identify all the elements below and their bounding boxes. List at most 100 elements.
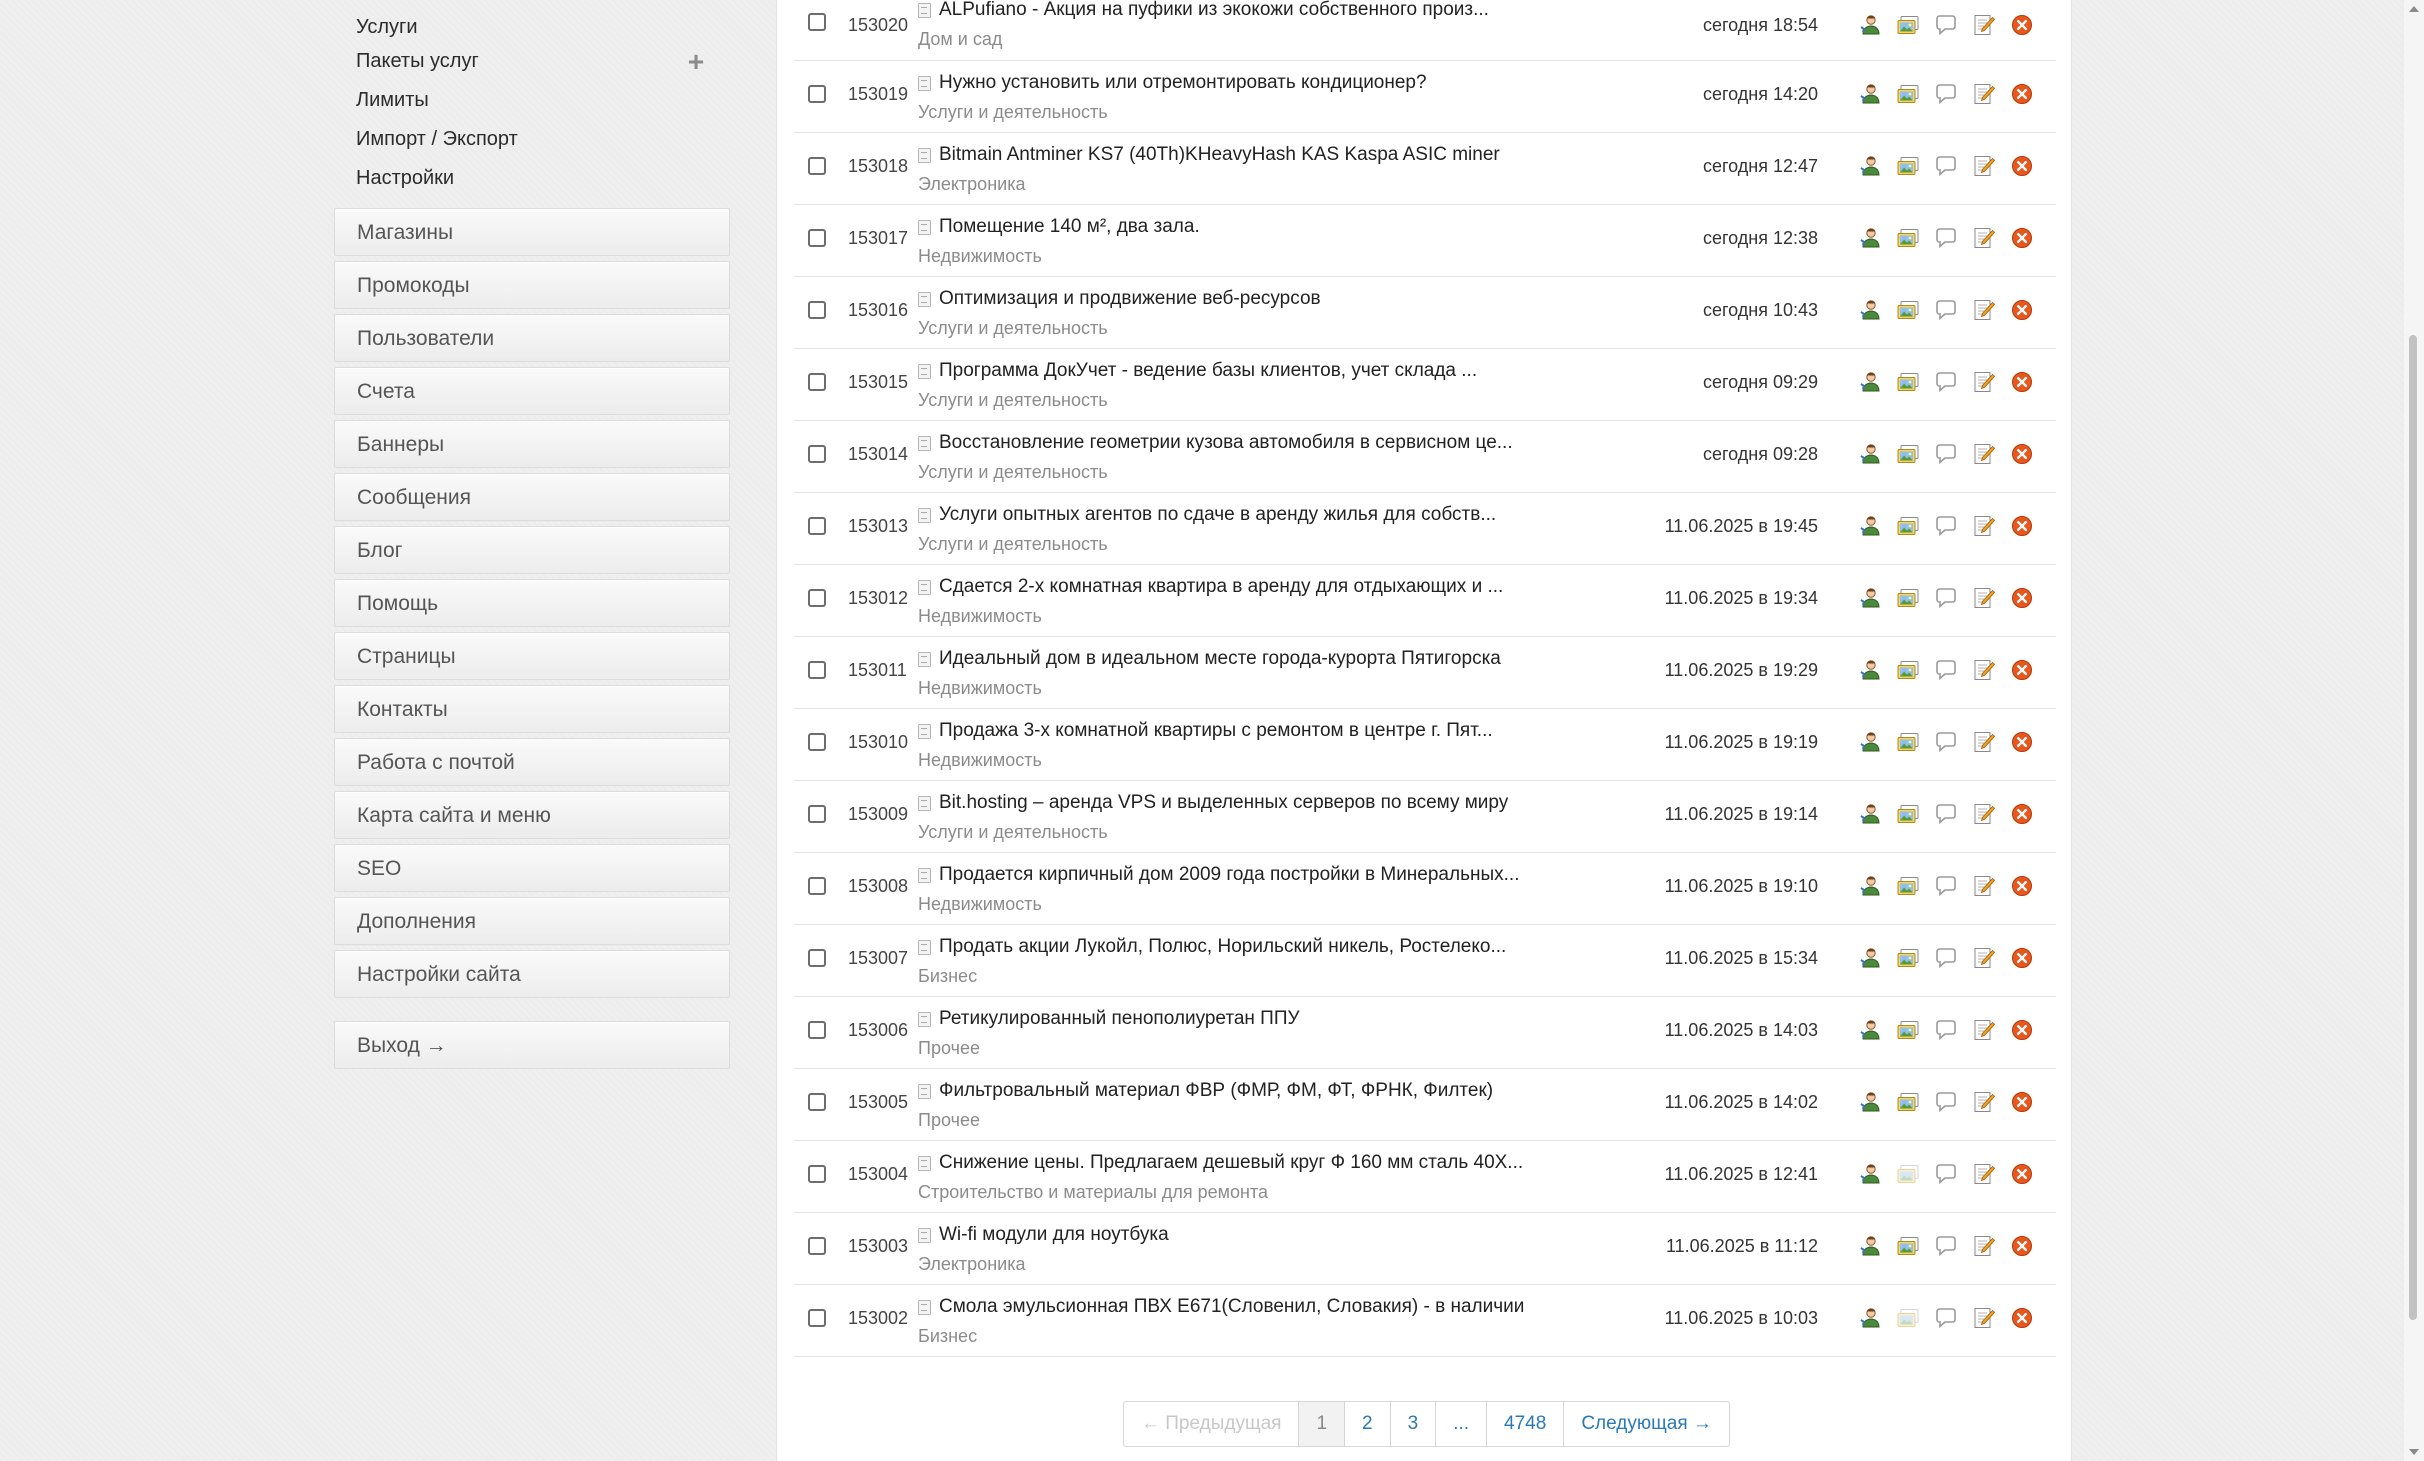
- page-button[interactable]: 4748: [1487, 1402, 1565, 1446]
- user-icon[interactable]: [1858, 442, 1882, 466]
- listing-title[interactable]: Bit.hosting – аренда VPS и выделенных се…: [939, 791, 1508, 815]
- menu-item[interactable]: Страницы: [334, 632, 730, 680]
- row-checkbox[interactable]: [808, 661, 826, 679]
- listing-title[interactable]: ALPufiano - Акция на пуфики из экокожи с…: [939, 0, 1489, 22]
- user-icon[interactable]: [1858, 514, 1882, 538]
- comment-icon[interactable]: [1934, 514, 1958, 538]
- delete-icon[interactable]: [2010, 1090, 2034, 1114]
- comment-icon[interactable]: [1934, 226, 1958, 250]
- delete-icon[interactable]: [2010, 802, 2034, 826]
- menu-item[interactable]: Магазины: [334, 208, 730, 256]
- menu-item[interactable]: Счета: [334, 367, 730, 415]
- row-checkbox[interactable]: [808, 805, 826, 823]
- row-checkbox[interactable]: [808, 1165, 826, 1183]
- images-icon[interactable]: [1896, 1090, 1920, 1114]
- comment-icon[interactable]: [1934, 1234, 1958, 1258]
- images-icon[interactable]: [1896, 370, 1920, 394]
- user-icon[interactable]: [1858, 802, 1882, 826]
- listing-title[interactable]: Снижение цены. Предлагаем дешевый круг Ф…: [939, 1151, 1523, 1175]
- row-checkbox[interactable]: [808, 733, 826, 751]
- listing-title-link[interactable]: Нужно установить или отремонтировать кон…: [918, 71, 1427, 95]
- images-icon[interactable]: [1896, 13, 1920, 37]
- listing-title-link[interactable]: Оптимизация и продвижение веб-ресурсов: [918, 287, 1321, 311]
- menu-item[interactable]: Сообщения: [334, 473, 730, 521]
- row-checkbox[interactable]: [808, 949, 826, 967]
- user-icon[interactable]: [1858, 1018, 1882, 1042]
- user-icon[interactable]: [1858, 226, 1882, 250]
- delete-icon[interactable]: [2010, 298, 2034, 322]
- delete-icon[interactable]: [2010, 442, 2034, 466]
- listing-title[interactable]: Wi-fi модули для ноутбука: [939, 1223, 1169, 1247]
- next-page-button[interactable]: Следующая →: [1564, 1402, 1729, 1446]
- images-icon[interactable]: [1896, 514, 1920, 538]
- listing-title[interactable]: Программа ДокУчет - ведение базы клиенто…: [939, 359, 1477, 383]
- user-icon[interactable]: [1858, 82, 1882, 106]
- listing-title-link[interactable]: Продажа 3-х комнатной квартиры с ремонто…: [918, 719, 1493, 743]
- images-icon[interactable]: [1896, 298, 1920, 322]
- listing-title[interactable]: Нужно установить или отремонтировать кон…: [939, 71, 1427, 95]
- listing-title-link[interactable]: Ретикулированный пенополиуретан ППУ: [918, 1007, 1300, 1031]
- scroll-down-icon[interactable]: [2409, 1449, 2419, 1455]
- submenu-item[interactable]: Лимиты: [334, 81, 730, 120]
- edit-icon[interactable]: [1972, 586, 1996, 610]
- edit-icon[interactable]: [1972, 370, 1996, 394]
- submenu-item[interactable]: Пакеты услуг +: [334, 42, 730, 81]
- edit-icon[interactable]: [1972, 298, 1996, 322]
- comment-icon[interactable]: [1934, 1090, 1958, 1114]
- delete-icon[interactable]: [2010, 586, 2034, 610]
- listing-title-link[interactable]: Восстановление геометрии кузова автомоби…: [918, 431, 1513, 455]
- user-icon[interactable]: [1858, 586, 1882, 610]
- listing-title[interactable]: Ретикулированный пенополиуретан ППУ: [939, 1007, 1300, 1031]
- comment-icon[interactable]: [1934, 154, 1958, 178]
- listing-title[interactable]: Продается кирпичный дом 2009 года постро…: [939, 863, 1519, 887]
- edit-icon[interactable]: [1972, 802, 1996, 826]
- listing-title-link[interactable]: Wi-fi модули для ноутбука: [918, 1223, 1169, 1247]
- edit-icon[interactable]: [1972, 1162, 1996, 1186]
- images-icon[interactable]: [1896, 946, 1920, 970]
- plus-icon[interactable]: +: [686, 42, 706, 81]
- delete-icon[interactable]: [2010, 946, 2034, 970]
- submenu-item[interactable]: Услуги: [334, 0, 730, 42]
- comment-icon[interactable]: [1934, 1162, 1958, 1186]
- images-icon[interactable]: [1896, 730, 1920, 754]
- user-icon[interactable]: [1858, 370, 1882, 394]
- row-checkbox[interactable]: [808, 85, 826, 103]
- edit-icon[interactable]: [1972, 874, 1996, 898]
- edit-icon[interactable]: [1972, 442, 1996, 466]
- comment-icon[interactable]: [1934, 802, 1958, 826]
- listing-title[interactable]: Продажа 3-х комнатной квартиры с ремонто…: [939, 719, 1493, 743]
- images-icon[interactable]: [1896, 802, 1920, 826]
- listing-title-link[interactable]: Продать акции Лукойл, Полюс, Норильский …: [918, 935, 1506, 959]
- comment-icon[interactable]: [1934, 82, 1958, 106]
- delete-icon[interactable]: [2010, 874, 2034, 898]
- listing-title[interactable]: Продать акции Лукойл, Полюс, Норильский …: [939, 935, 1506, 959]
- delete-icon[interactable]: [2010, 1306, 2034, 1330]
- edit-icon[interactable]: [1972, 1306, 1996, 1330]
- listing-title-link[interactable]: Bit.hosting – аренда VPS и выделенных се…: [918, 791, 1508, 815]
- menu-item[interactable]: Контакты: [334, 685, 730, 733]
- comment-icon[interactable]: [1934, 13, 1958, 37]
- listing-title[interactable]: Услуги опытных агентов по сдаче в аренду…: [939, 503, 1496, 527]
- comment-icon[interactable]: [1934, 730, 1958, 754]
- edit-icon[interactable]: [1972, 13, 1996, 37]
- listing-title[interactable]: Фильтровальный материал ФВР (ФМР, ФМ, ФТ…: [939, 1079, 1493, 1103]
- delete-icon[interactable]: [2010, 154, 2034, 178]
- logout-button[interactable]: Выход →: [334, 1021, 730, 1069]
- comment-icon[interactable]: [1934, 298, 1958, 322]
- scroll-thumb[interactable]: [2409, 335, 2417, 1320]
- edit-icon[interactable]: [1972, 1234, 1996, 1258]
- listing-title[interactable]: Идеальный дом в идеальном месте города-к…: [939, 647, 1501, 671]
- listing-title-link[interactable]: Идеальный дом в идеальном месте города-к…: [918, 647, 1501, 671]
- user-icon[interactable]: [1858, 1162, 1882, 1186]
- comment-icon[interactable]: [1934, 1018, 1958, 1042]
- row-checkbox[interactable]: [808, 589, 826, 607]
- listing-title-link[interactable]: Продается кирпичный дом 2009 года постро…: [918, 863, 1519, 887]
- user-icon[interactable]: [1858, 730, 1882, 754]
- submenu-item[interactable]: Импорт / Экспорт: [334, 120, 730, 159]
- images-icon[interactable]: [1896, 1234, 1920, 1258]
- delete-icon[interactable]: [2010, 1234, 2034, 1258]
- delete-icon[interactable]: [2010, 1018, 2034, 1042]
- page-button[interactable]: 2: [1345, 1402, 1391, 1446]
- delete-icon[interactable]: [2010, 226, 2034, 250]
- listing-title-link[interactable]: Bitmain Antminer KS7 (40Th)KHeavyHash KA…: [918, 143, 1500, 167]
